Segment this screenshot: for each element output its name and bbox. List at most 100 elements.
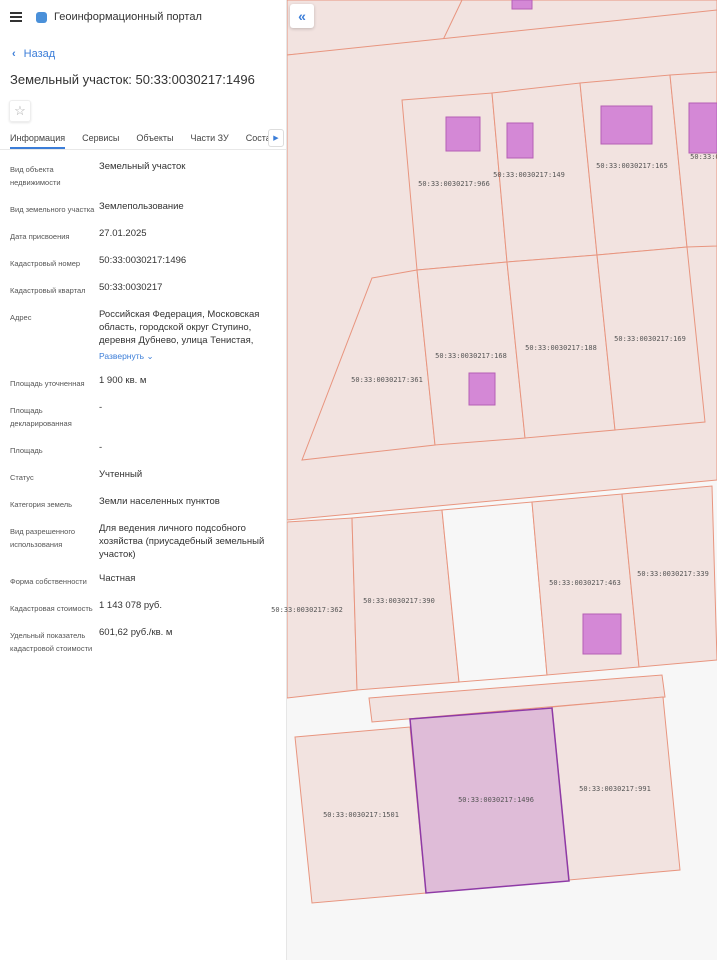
info-value-text: Земельный участок: [99, 161, 186, 172]
tab-services[interactable]: Сервисы: [82, 128, 119, 149]
tab-bar: Информация Сервисы Объекты Части ЗУ Сост…: [0, 128, 286, 150]
building: [688, 102, 717, 154]
info-value: Для ведения личного подсобного хозяйства…: [99, 522, 276, 561]
parcel-label: 50:33:0030217:1501: [323, 811, 399, 819]
info-label: Категория земель: [10, 500, 73, 509]
info-row: Кадастровый квартал 50:33:0030217: [10, 281, 276, 297]
favorite-star-icon[interactable]: ☆: [9, 100, 31, 122]
info-value-text: Учтенный: [99, 469, 143, 480]
info-row: Вид объекта недвижимости Земельный участо…: [10, 160, 276, 189]
info-value: 50:33:0030217: [99, 281, 276, 297]
parcel-label: 50:33:0030217:362: [271, 606, 343, 614]
menu-icon[interactable]: [10, 12, 22, 22]
building: [511, 0, 533, 10]
info-label: Площадь уточненная: [10, 379, 85, 388]
info-panel: Геоинформационный портал ‹ Назад Земельны…: [0, 0, 287, 960]
parcel-label: 50:33:0030217:168: [435, 352, 507, 360]
building: [582, 613, 622, 655]
info-row: Дата присвоения 27.01.2025: [10, 227, 276, 243]
info-row: Площадь декларированная -: [10, 401, 276, 430]
info-label: Вид земельного участка: [10, 205, 95, 214]
info-value-text: 1 143 078 руб.: [99, 600, 163, 611]
info-value-text: Частная: [99, 573, 136, 584]
info-value-text: -: [99, 442, 103, 453]
info-row: Форма собственности Частная: [10, 572, 276, 588]
building: [600, 105, 653, 145]
info-value: 1 900 кв. м: [99, 374, 276, 390]
back-link[interactable]: ‹ Назад: [0, 34, 286, 64]
parcel-label: 50:33:0030217:169: [614, 335, 686, 343]
info-label: Кадастровая стоимость: [10, 604, 93, 613]
info-value: 50:33:0030217:1496: [99, 254, 276, 270]
info-value-text: -: [99, 402, 103, 413]
info-row: Удельный показатель кадастровой стоимост…: [10, 626, 276, 655]
info-label: Вид объекта недвижимости: [10, 165, 61, 187]
info-row: Кадастровый номер 50:33:0030217:1496: [10, 254, 276, 270]
logo-icon: [36, 11, 47, 23]
parcel-label: 50:33:0030217:149: [493, 171, 565, 179]
info-value: Частная: [99, 572, 276, 588]
info-value-text: 27.01.2025: [99, 228, 147, 239]
info-label: Адрес: [10, 313, 32, 322]
info-value-text: 1 900 кв. м: [99, 375, 147, 386]
parcel-label: 50:33:0030217:165: [596, 162, 668, 170]
info-row: Кадастровая стоимость 1 143 078 руб.: [10, 599, 276, 615]
parcel-label: 50:33:0030217:188: [525, 344, 597, 352]
info-value-text: 50:33:0030217: [99, 282, 163, 293]
info-value-text: Землепользование: [99, 201, 184, 212]
parcel-label: 50:33:0030217:991: [579, 785, 651, 793]
info-row: Вид земельного участка Землепользование: [10, 200, 276, 216]
tab-objects[interactable]: Объекты: [136, 128, 173, 149]
page-title: Земельный участок: 50:33:0030217:1496: [10, 72, 255, 87]
collapse-panel-button[interactable]: «: [290, 4, 314, 28]
info-row: Площадь уточненная 1 900 кв. м: [10, 374, 276, 390]
info-label: Статус: [10, 473, 34, 482]
info-value: Учтенный: [99, 468, 276, 484]
back-label: Назад: [23, 47, 56, 60]
tabs-scroll-right-icon[interactable]: ▶: [268, 129, 284, 147]
info-value: -: [99, 441, 276, 457]
app-title: Геоинформационный портал: [54, 11, 202, 23]
info-value: -: [99, 401, 276, 430]
info-label: Площадь: [10, 446, 43, 455]
info-label: Вид разрешенного использования: [10, 527, 76, 549]
info-label: Площадь декларированная: [10, 406, 72, 428]
parcel-label: 50:33:0030217:361: [351, 376, 423, 384]
info-row: Вид разрешенного использования Для ведени…: [10, 522, 276, 561]
expand-address-link[interactable]: Развернуть ⌄: [99, 350, 276, 363]
info-value-text: Российская Федерация, Московская область…: [99, 309, 260, 346]
info-row: Площадь -: [10, 441, 276, 457]
info-label: Удельный показатель кадастровой стоимост…: [10, 631, 93, 653]
parcel-label: 50:33:0030217:966: [418, 180, 490, 188]
info-value: Российская Федерация, Московская область…: [99, 308, 276, 363]
parcel-label: 50:33:0030217:339: [637, 570, 709, 578]
chevron-down-icon: ⌄: [146, 351, 154, 361]
parcel-label: 50:33:00: [690, 153, 717, 161]
info-value-text: 601,62 руб./кв. м: [99, 627, 173, 638]
info-label: Кадастровый номер: [10, 259, 81, 268]
info-row: Статус Учтенный: [10, 468, 276, 484]
info-value-text: 50:33:0030217:1496: [99, 255, 187, 266]
tab-info[interactable]: Информация: [10, 128, 66, 149]
parcel[interactable]: [441, 501, 548, 683]
info-value: 1 143 078 руб.: [99, 599, 276, 615]
info-label: Дата присвоения: [10, 232, 70, 241]
expand-label: Развернуть: [99, 351, 145, 361]
info-value: Земли населенных пунктов: [99, 495, 276, 511]
building: [468, 372, 496, 406]
building: [445, 116, 481, 152]
chevron-left-icon: ‹: [12, 47, 16, 60]
info-value: Землепользование: [99, 200, 276, 216]
info-value-text: Для ведения личного подсобного хозяйства…: [99, 523, 265, 560]
info-label: Кадастровый квартал: [10, 286, 86, 295]
tab-parts[interactable]: Части ЗУ: [191, 128, 229, 149]
parcel-label: 50:33:0030217:1496: [458, 796, 534, 804]
info-value: 27.01.2025: [99, 227, 276, 243]
info-value: 601,62 руб./кв. м: [99, 626, 276, 655]
info-value: Земельный участок: [99, 160, 276, 189]
map[interactable]: 50:33:0030217:966 50:33:0030217:149 50:33:…: [271, 0, 717, 960]
info-row: Категория земель Земли населенных пунктов: [10, 495, 276, 511]
info-row: Адрес Российская Федерация, Московская об…: [10, 308, 276, 363]
header: Геоинформационный портал: [0, 0, 286, 34]
info-list: Вид объекта недвижимости Земельный участо…: [0, 150, 286, 655]
